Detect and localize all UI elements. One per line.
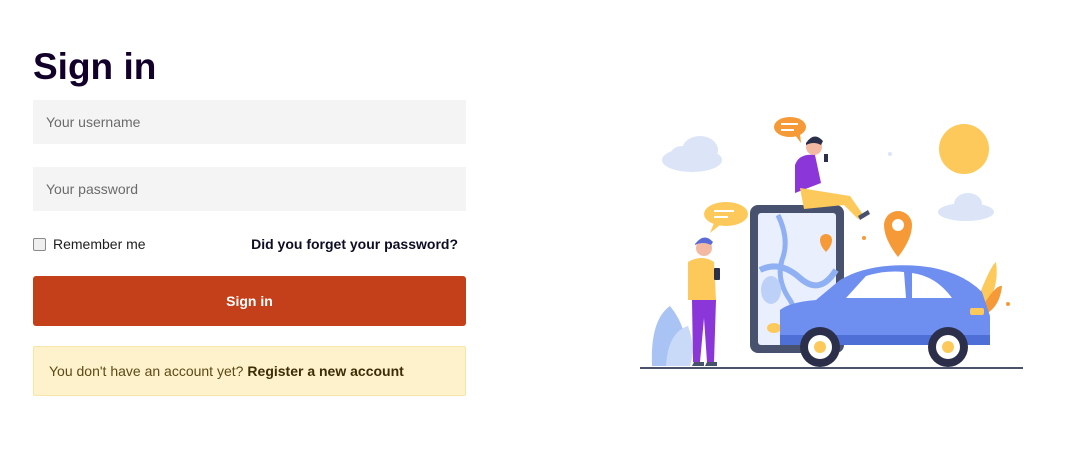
sun-icon xyxy=(939,124,989,174)
register-notice-text: You don't have an account yet? xyxy=(49,363,244,379)
cloud-icon xyxy=(662,136,722,172)
chat-bubble-icon xyxy=(774,117,806,143)
remember-me[interactable]: Remember me xyxy=(33,236,146,252)
chat-bubble-icon xyxy=(704,202,748,233)
username-input[interactable] xyxy=(33,100,466,144)
sign-in-form: Sign in Remember me Did you forget your … xyxy=(33,40,466,396)
sign-in-page: Sign in Remember me Did you forget your … xyxy=(0,0,1068,458)
register-link[interactable]: Register a new account xyxy=(247,363,403,379)
register-notice: You don't have an account yet? Register … xyxy=(33,346,466,396)
sign-in-button[interactable]: Sign in xyxy=(33,276,466,326)
page-title: Sign in xyxy=(33,46,157,87)
person-standing-icon xyxy=(688,237,720,366)
location-pin-icon xyxy=(884,211,912,257)
remember-me-checkbox[interactable] xyxy=(33,237,46,251)
forgot-password-link[interactable]: Did you forget your password? xyxy=(251,236,458,252)
password-input[interactable] xyxy=(33,167,466,211)
car-navigation-illustration xyxy=(640,117,1023,369)
options-row: Remember me Did you forget your password… xyxy=(33,234,466,254)
remember-me-label: Remember me xyxy=(53,236,146,252)
cloud-icon xyxy=(938,193,994,221)
plant-icon xyxy=(651,306,693,366)
